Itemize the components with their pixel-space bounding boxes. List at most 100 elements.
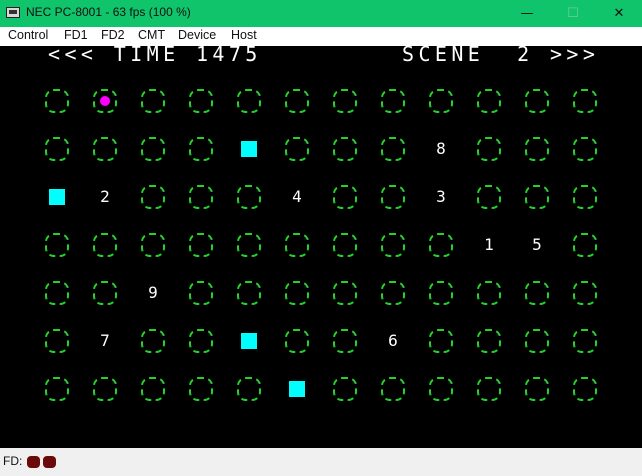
grid-cell-1-1 [93,137,117,161]
grid-cell-4-11 [573,281,597,305]
grid-cell-0-8 [429,89,453,113]
grid-cell-2-9 [477,185,501,209]
number-7: 7 [100,331,110,350]
grid-cell-5-5 [285,329,309,353]
fd2-access-led-icon [43,456,56,468]
grid-cell-2-10 [525,185,549,209]
maximize-button[interactable]: ☐ [550,0,596,27]
grid-cell-0-7 [381,89,405,113]
grid-cell-6-1 [93,377,117,401]
menu-fd1[interactable]: FD1 [64,28,88,42]
number-8: 8 [436,139,446,158]
grid-cell-0-9 [477,89,501,113]
grid-cell-0-2 [141,89,165,113]
grid-cell-3-0 [45,233,69,257]
grid-cell-1-10 [525,137,549,161]
grid-cell-3-2 [141,233,165,257]
close-button[interactable]: ✕ [596,0,642,27]
grid-cell-0-0 [45,89,69,113]
grid-cell-4-0 [45,281,69,305]
fd-status-label: FD: [3,454,23,468]
grid-cell-2-4 [237,185,261,209]
grid-cell-3-11 [573,233,597,257]
grid-cell-4-8 [429,281,453,305]
grid-cell-5-2 [141,329,165,353]
grid-cell-4-4 [237,281,261,305]
grid-cell-0-11 [573,89,597,113]
number-6: 6 [388,331,398,350]
menu-host[interactable]: Host [231,28,257,42]
title-bar: NEC PC-8001 - 63 fps (100 %) — ☐ ✕ [0,0,642,27]
grid-cell-1-9 [477,137,501,161]
grid-cell-6-10 [525,377,549,401]
fd1-access-led-icon [27,456,40,468]
grid-cell-2-6 [333,185,357,209]
grid-cell-4-6 [333,281,357,305]
grid-cell-0-5 [285,89,309,113]
cyan-block-1 [49,189,65,205]
grid-cell-2-3 [189,185,213,209]
cyan-block-2 [241,333,257,349]
grid-cell-6-11 [573,377,597,401]
grid-cell-5-6 [333,329,357,353]
grid-cell-5-3 [189,329,213,353]
grid-cell-3-4 [237,233,261,257]
grid-cell-1-5 [285,137,309,161]
grid-cell-0-4 [237,89,261,113]
grid-cell-1-6 [333,137,357,161]
grid-cell-4-10 [525,281,549,305]
grid-cell-1-3 [189,137,213,161]
grid-cell-3-6 [333,233,357,257]
grid-cell-5-11 [573,329,597,353]
number-2: 2 [100,187,110,206]
number-5: 5 [532,235,542,254]
grid-cell-6-4 [237,377,261,401]
grid-cell-6-0 [45,377,69,401]
number-4: 4 [292,187,302,206]
grid-cell-4-1 [93,281,117,305]
grid-cell-4-9 [477,281,501,305]
grid-cell-2-7 [381,185,405,209]
grid-cell-4-3 [189,281,213,305]
minimize-button[interactable]: — [504,0,550,27]
grid-cell-5-10 [525,329,549,353]
window-title: NEC PC-8001 - 63 fps (100 %) [26,5,191,19]
grid-cell-4-7 [381,281,405,305]
cyan-block-0 [241,141,257,157]
grid-cell-3-7 [381,233,405,257]
grid-cell-6-2 [141,377,165,401]
number-9: 9 [148,283,158,302]
grid-cell-3-8 [429,233,453,257]
grid-cell-6-3 [189,377,213,401]
player-marker [100,96,110,106]
scene-display: SCENE 2 >>> [402,42,600,66]
grid-cell-3-1 [93,233,117,257]
grid-cell-3-3 [189,233,213,257]
grid-cell-4-5 [285,281,309,305]
grid-cell-5-9 [477,329,501,353]
time-display: <<< TIME 1475 [48,42,262,66]
status-bar: FD: [0,448,642,476]
grid-cell-0-10 [525,89,549,113]
grid-cell-2-2 [141,185,165,209]
grid-cell-1-2 [141,137,165,161]
grid-cell-6-8 [429,377,453,401]
grid-cell-1-0 [45,137,69,161]
menu-control[interactable]: Control [8,28,48,42]
menu-cmt[interactable]: CMT [138,28,165,42]
grid-cell-0-6 [333,89,357,113]
app-icon [6,7,20,18]
grid-cell-1-7 [381,137,405,161]
grid-cell-5-0 [45,329,69,353]
grid-cell-6-6 [333,377,357,401]
grid-cell-6-7 [381,377,405,401]
number-3: 3 [436,187,446,206]
grid-cell-2-11 [573,185,597,209]
grid-cell-3-5 [285,233,309,257]
menu-fd2[interactable]: FD2 [101,28,125,42]
grid-cell-1-11 [573,137,597,161]
grid-cell-0-3 [189,89,213,113]
menu-device[interactable]: Device [178,28,216,42]
emulator-screen[interactable]: <<< TIME 1475 SCENE 2 >>> 8 2 4 3 1 5 9 7 6 [0,42,642,448]
grid-cell-6-9 [477,377,501,401]
